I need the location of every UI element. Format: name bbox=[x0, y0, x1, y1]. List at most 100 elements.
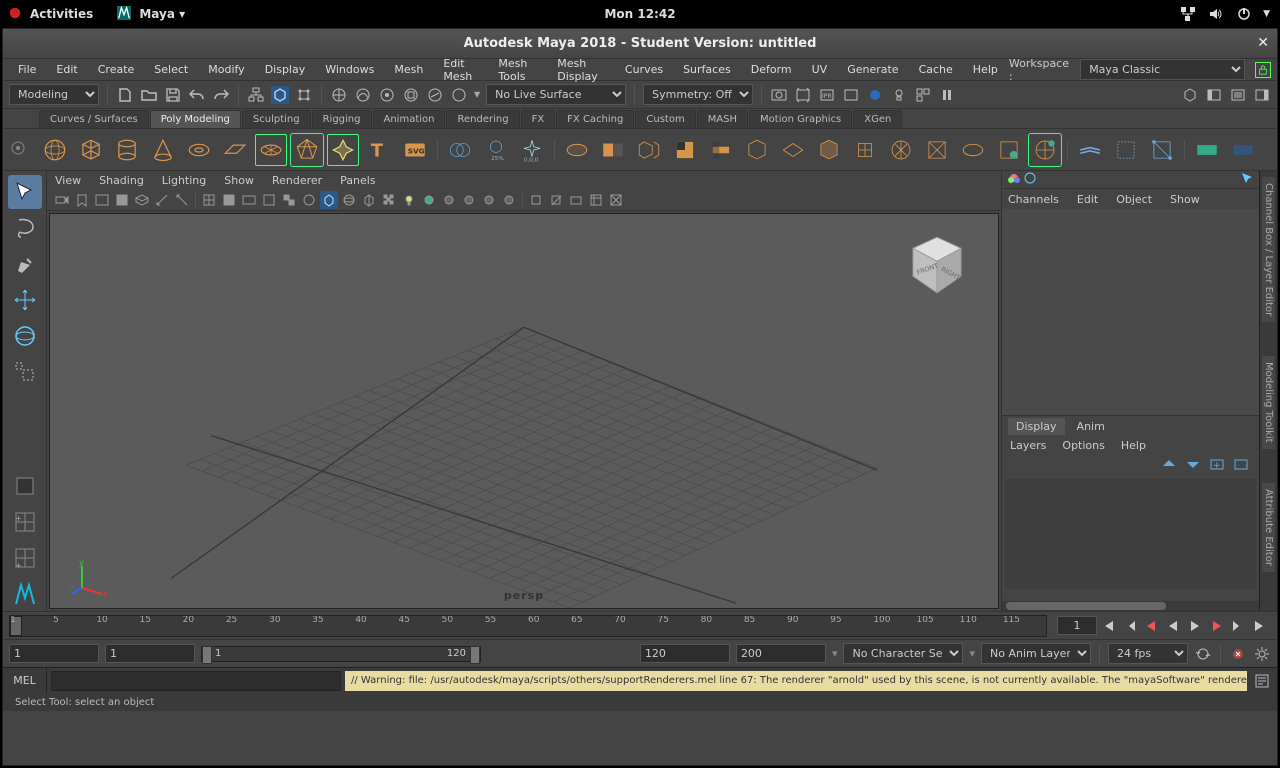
vp-dot2-icon[interactable] bbox=[440, 191, 458, 209]
cb-tab-object[interactable]: Object bbox=[1116, 193, 1152, 206]
vp-shadow-icon[interactable] bbox=[320, 191, 338, 209]
render-settings-icon[interactable] bbox=[842, 86, 860, 104]
vp-exp4-icon[interactable] bbox=[587, 191, 605, 209]
shelf-tab-curves[interactable]: Curves / Surfaces bbox=[39, 110, 149, 128]
layer-new-icon[interactable]: + bbox=[1209, 456, 1225, 475]
panel-toggle3-icon[interactable] bbox=[1229, 86, 1247, 104]
layer-menu-options[interactable]: Options bbox=[1062, 439, 1104, 452]
poly-cone-icon[interactable] bbox=[147, 134, 179, 166]
vp-dot3-icon[interactable] bbox=[460, 191, 478, 209]
vp-menu-view[interactable]: View bbox=[55, 174, 81, 187]
menu-help[interactable]: Help bbox=[964, 61, 1007, 78]
poly-cube-icon[interactable] bbox=[75, 134, 107, 166]
lock-icon[interactable] bbox=[1255, 62, 1271, 78]
menu-deform[interactable]: Deform bbox=[742, 61, 801, 78]
step-fwd-icon[interactable] bbox=[1207, 617, 1227, 635]
menu-select[interactable]: Select bbox=[145, 61, 197, 78]
close-button[interactable]: ✕ bbox=[1257, 35, 1269, 51]
menu-windows[interactable]: Windows bbox=[316, 61, 383, 78]
menu-meshtools[interactable]: Mesh Tools bbox=[489, 55, 546, 85]
vp-shade2-icon[interactable] bbox=[220, 191, 238, 209]
go-start-icon[interactable] bbox=[1097, 617, 1117, 635]
vp-dot1-icon[interactable] bbox=[420, 191, 438, 209]
render-frame-icon[interactable] bbox=[794, 86, 812, 104]
pref-icon[interactable] bbox=[1253, 645, 1271, 663]
network-icon[interactable] bbox=[1179, 5, 1197, 23]
snap-point-icon[interactable] bbox=[378, 86, 396, 104]
cb-icon3[interactable] bbox=[1241, 172, 1253, 187]
quad-draw-icon[interactable] bbox=[1029, 134, 1061, 166]
layer-menu-help[interactable]: Help bbox=[1121, 439, 1146, 452]
sculpt-icon[interactable] bbox=[993, 134, 1025, 166]
vp-exp3-icon[interactable] bbox=[567, 191, 585, 209]
character-set-select[interactable]: No Character Set bbox=[843, 643, 963, 664]
connect-icon[interactable] bbox=[1146, 134, 1178, 166]
collapse-icon[interactable] bbox=[849, 134, 881, 166]
new-scene-icon[interactable] bbox=[116, 86, 134, 104]
shelf-tab-animation[interactable]: Animation bbox=[373, 110, 446, 128]
last-tool[interactable] bbox=[8, 469, 42, 503]
poly-svg-icon[interactable]: SVG bbox=[399, 134, 431, 166]
menu-file[interactable]: File bbox=[9, 61, 45, 78]
rotate-tool[interactable] bbox=[8, 319, 42, 353]
step-back-key-icon[interactable] bbox=[1119, 617, 1139, 635]
panel-toggle4-icon[interactable] bbox=[1253, 86, 1271, 104]
sel-component-icon[interactable] bbox=[295, 86, 313, 104]
poly-cylinder-icon[interactable] bbox=[111, 134, 143, 166]
layer-down-icon[interactable] bbox=[1185, 456, 1201, 475]
panel-toggle1-icon[interactable] bbox=[1181, 86, 1199, 104]
maya-logo-icon[interactable] bbox=[8, 577, 42, 611]
vp-shade3-icon[interactable] bbox=[240, 191, 258, 209]
layer-tab-display[interactable]: Display bbox=[1008, 418, 1065, 435]
time-track[interactable]: 1510152025303540455055606570758085909510… bbox=[9, 615, 1047, 637]
vp-menu-shading[interactable]: Shading bbox=[99, 174, 144, 187]
menu-surfaces[interactable]: Surfaces bbox=[674, 61, 740, 78]
shelf-tab-xgen[interactable]: XGen bbox=[853, 110, 902, 128]
script-lang-label[interactable]: MEL bbox=[3, 668, 47, 693]
menu-meshdisplay[interactable]: Mesh Display bbox=[548, 55, 614, 85]
shelf-tab-motiongraphics[interactable]: Motion Graphics bbox=[749, 110, 852, 128]
ipr-render-icon[interactable]: IPR bbox=[818, 86, 836, 104]
command-input[interactable] bbox=[51, 671, 341, 691]
app-menu[interactable]: Maya ▾ bbox=[139, 7, 185, 21]
panel-toggle2-icon[interactable] bbox=[1205, 86, 1223, 104]
render-view-icon[interactable] bbox=[770, 86, 788, 104]
snap-live-icon[interactable] bbox=[450, 86, 468, 104]
poly-platonic-icon[interactable] bbox=[291, 134, 323, 166]
save-scene-icon[interactable] bbox=[164, 86, 182, 104]
menu-mesh[interactable]: Mesh bbox=[385, 61, 432, 78]
playback-start-field[interactable] bbox=[105, 644, 195, 663]
vp-bulb-icon[interactable] bbox=[400, 191, 418, 209]
vp-film-icon[interactable] bbox=[153, 191, 171, 209]
combine-icon[interactable] bbox=[444, 134, 476, 166]
play-fwd-icon[interactable] bbox=[1185, 617, 1205, 635]
vp-menu-show[interactable]: Show bbox=[224, 174, 254, 187]
volume-icon[interactable] bbox=[1207, 5, 1225, 23]
vp-dot5-icon[interactable] bbox=[500, 191, 518, 209]
vp-grid-icon[interactable] bbox=[133, 191, 151, 209]
script-editor-icon[interactable] bbox=[1253, 672, 1271, 690]
shelf-tab-sculpting[interactable]: Sculpting bbox=[242, 110, 311, 128]
bevel-icon[interactable] bbox=[741, 134, 773, 166]
append-icon[interactable] bbox=[777, 134, 809, 166]
hypershade-icon[interactable] bbox=[866, 86, 884, 104]
vp-menu-lighting[interactable]: Lighting bbox=[162, 174, 206, 187]
menu-edit[interactable]: Edit bbox=[47, 61, 86, 78]
vp-gate-icon[interactable] bbox=[173, 191, 191, 209]
poly-disc-icon[interactable] bbox=[255, 134, 287, 166]
vp-exp2-icon[interactable] bbox=[547, 191, 565, 209]
vp-xray-icon[interactable] bbox=[360, 191, 378, 209]
anim-layer-select[interactable]: No Anim Layer bbox=[981, 643, 1091, 664]
render-setup-icon[interactable] bbox=[914, 86, 932, 104]
vp-menu-renderer[interactable]: Renderer bbox=[272, 174, 322, 187]
poly-plane-icon[interactable] bbox=[219, 134, 251, 166]
shelf-menu-icon[interactable] bbox=[9, 139, 27, 157]
subdiv-icon[interactable] bbox=[957, 134, 989, 166]
step-fwd-key-icon[interactable] bbox=[1229, 617, 1249, 635]
vp-wire-icon[interactable] bbox=[260, 191, 278, 209]
layer-menu-layers[interactable]: Layers bbox=[1010, 439, 1046, 452]
go-end-icon[interactable] bbox=[1251, 617, 1271, 635]
separate-icon[interactable]: 25% bbox=[480, 134, 512, 166]
snap-projected-icon[interactable] bbox=[402, 86, 420, 104]
select-tool[interactable] bbox=[8, 175, 42, 209]
